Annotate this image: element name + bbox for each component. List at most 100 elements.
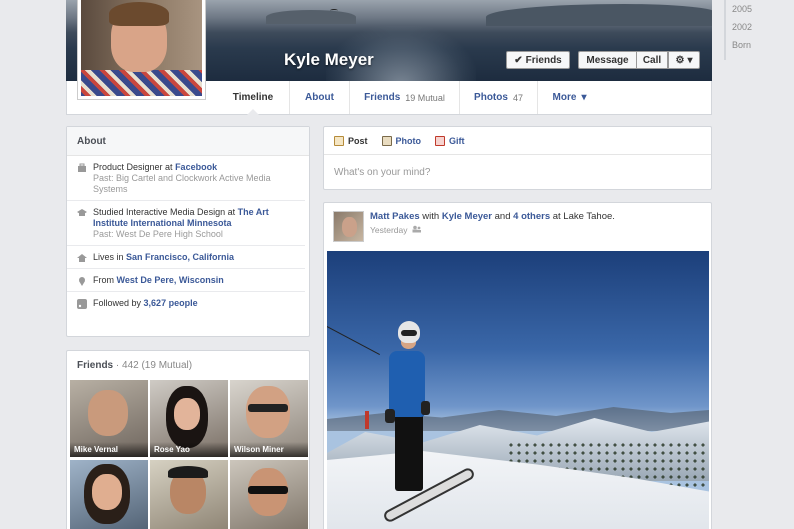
profile-picture[interactable]: [77, 0, 206, 100]
others-link[interactable]: 4 others: [513, 211, 550, 222]
gift-button[interactable]: Gift: [435, 135, 465, 146]
friends-header: Friends · 442 (19 Mutual): [67, 351, 309, 378]
photo-label: Photo: [395, 135, 422, 146]
photo-button[interactable]: Photo: [381, 135, 422, 146]
friend-tile[interactable]: Rose Yao: [150, 380, 228, 457]
tab-friends[interactable]: Friends 19 Mutual: [349, 81, 459, 114]
story-photo[interactable]: [327, 251, 709, 529]
followed-count-link[interactable]: 3,627 people: [144, 298, 198, 308]
call-button-label: Call: [642, 54, 662, 66]
photo-snowboarder-legs: [395, 413, 423, 491]
cover-mountain: [486, 4, 712, 26]
friend-tile[interactable]: Wilson Miner: [230, 380, 308, 457]
friend-tile[interactable]: [70, 460, 148, 529]
profile-shirt: [81, 70, 202, 96]
work-title: Product Designer at: [93, 162, 173, 172]
gear-icon: ⚙: [675, 54, 685, 66]
call-button[interactable]: Call: [636, 51, 668, 69]
profile-name[interactable]: Kyle Meyer: [284, 50, 374, 70]
from-place-link[interactable]: West De Pere, Wisconsin: [117, 275, 224, 285]
gift-icon: [435, 135, 446, 146]
friend-face: [92, 474, 122, 510]
friend-name: Wilson Miner: [230, 442, 308, 457]
tab-count: 47: [512, 92, 523, 103]
location-text: at Lake Tahoe.: [552, 211, 615, 222]
about-education: Studied Interactive Media Design at The …: [67, 201, 305, 246]
tab-label: Friends: [364, 92, 401, 103]
message-button[interactable]: Message: [578, 51, 636, 69]
settings-button[interactable]: ⚙ ▾: [668, 51, 700, 69]
friends-button[interactable]: ✔ Friends: [506, 51, 570, 69]
photo-ski-lift: [327, 326, 380, 390]
post-button[interactable]: Post: [334, 135, 368, 146]
friends-audience-icon[interactable]: [412, 225, 421, 235]
school-icon: [77, 208, 87, 218]
story-meta: Yesterday: [370, 225, 701, 235]
about-followers: Followed by 3,627 people: [67, 292, 305, 314]
story-time[interactable]: Yesterday: [370, 225, 408, 235]
gift-label: Gift: [449, 135, 465, 146]
rss-icon: [77, 299, 87, 309]
friend-name: Mike Vernal: [70, 442, 148, 457]
friend-tile[interactable]: Mike Vernal: [70, 380, 148, 457]
friend-face: [174, 398, 200, 430]
edu-past: Past: West De Pere High School: [93, 229, 223, 239]
status-input[interactable]: What's on your mind?: [324, 155, 711, 190]
lives-label: Lives in: [93, 252, 124, 262]
about-panel: About Product Designer at Facebook Past:…: [66, 126, 310, 337]
message-button-label: Message: [586, 54, 629, 66]
timeline-year-nav: 2005 2002 Born: [724, 0, 794, 60]
work-company-link[interactable]: Facebook: [175, 162, 217, 172]
tab-more[interactable]: More ▾: [537, 81, 601, 114]
friend-glasses: [248, 404, 288, 412]
about-lives: Lives in San Francisco, California: [67, 246, 305, 269]
tagged-link[interactable]: Kyle Meyer: [442, 211, 492, 222]
year-link[interactable]: 2005: [726, 0, 794, 18]
avatar-face: [342, 217, 357, 237]
about-work: Product Designer at Facebook Past: Big C…: [67, 156, 305, 201]
location-pin-icon: [77, 276, 87, 286]
year-link[interactable]: 2002: [726, 18, 794, 36]
composer-actions: Post Photo Gift: [324, 127, 711, 155]
cover-island: [266, 10, 356, 24]
tab-label: More: [552, 92, 577, 103]
tab-label: Photos: [474, 92, 508, 103]
about-from: From West De Pere, Wisconsin: [67, 269, 305, 292]
edu-title: Studied Interactive Media Design at: [93, 207, 236, 217]
friends-title[interactable]: Friends: [77, 360, 113, 371]
story-title: Matt Pakes with Kyle Meyer and 4 others …: [370, 211, 701, 223]
tab-label: Timeline: [232, 92, 274, 103]
author-link[interactable]: Matt Pakes: [370, 211, 420, 222]
author-avatar[interactable]: [333, 211, 364, 242]
photo-glove-right: [421, 401, 430, 415]
and-text: and: [494, 211, 511, 222]
story-header: Matt Pakes with Kyle Meyer and 4 others …: [324, 203, 711, 251]
tab-label: About: [305, 92, 334, 103]
photo-goggles: [401, 330, 417, 336]
chevron-down-icon: ▾: [581, 92, 587, 103]
about-title[interactable]: About: [67, 127, 309, 156]
friend-photo: [88, 390, 128, 436]
friend-sunglasses: [248, 486, 288, 494]
camera-icon: [381, 135, 392, 146]
profile-hair: [109, 2, 169, 26]
friends-button-label: Friends: [525, 54, 562, 66]
post-label: Post: [348, 135, 368, 146]
friend-tile[interactable]: [150, 460, 228, 529]
tab-photos[interactable]: Photos 47: [459, 81, 537, 114]
photo-trail-sign: [365, 411, 369, 429]
photo-glove-left: [385, 409, 395, 423]
profile-picture-image: [81, 0, 202, 96]
tab-timeline[interactable]: Timeline: [217, 81, 289, 115]
friends-count: · 442 (19 Mutual): [115, 360, 193, 371]
pencil-icon: [334, 135, 344, 146]
friend-photo: [246, 386, 290, 438]
tab-about[interactable]: About: [289, 81, 349, 114]
cover-bird: [330, 9, 338, 12]
year-link[interactable]: Born: [726, 36, 794, 54]
followed-label: Followed by: [93, 298, 142, 308]
work-past: Past: Big Cartel and Clockwork Active Me…: [93, 173, 271, 194]
friend-tile[interactable]: [230, 460, 308, 529]
with-text: with: [422, 211, 440, 222]
lives-place-link[interactable]: San Francisco, California: [126, 252, 234, 262]
